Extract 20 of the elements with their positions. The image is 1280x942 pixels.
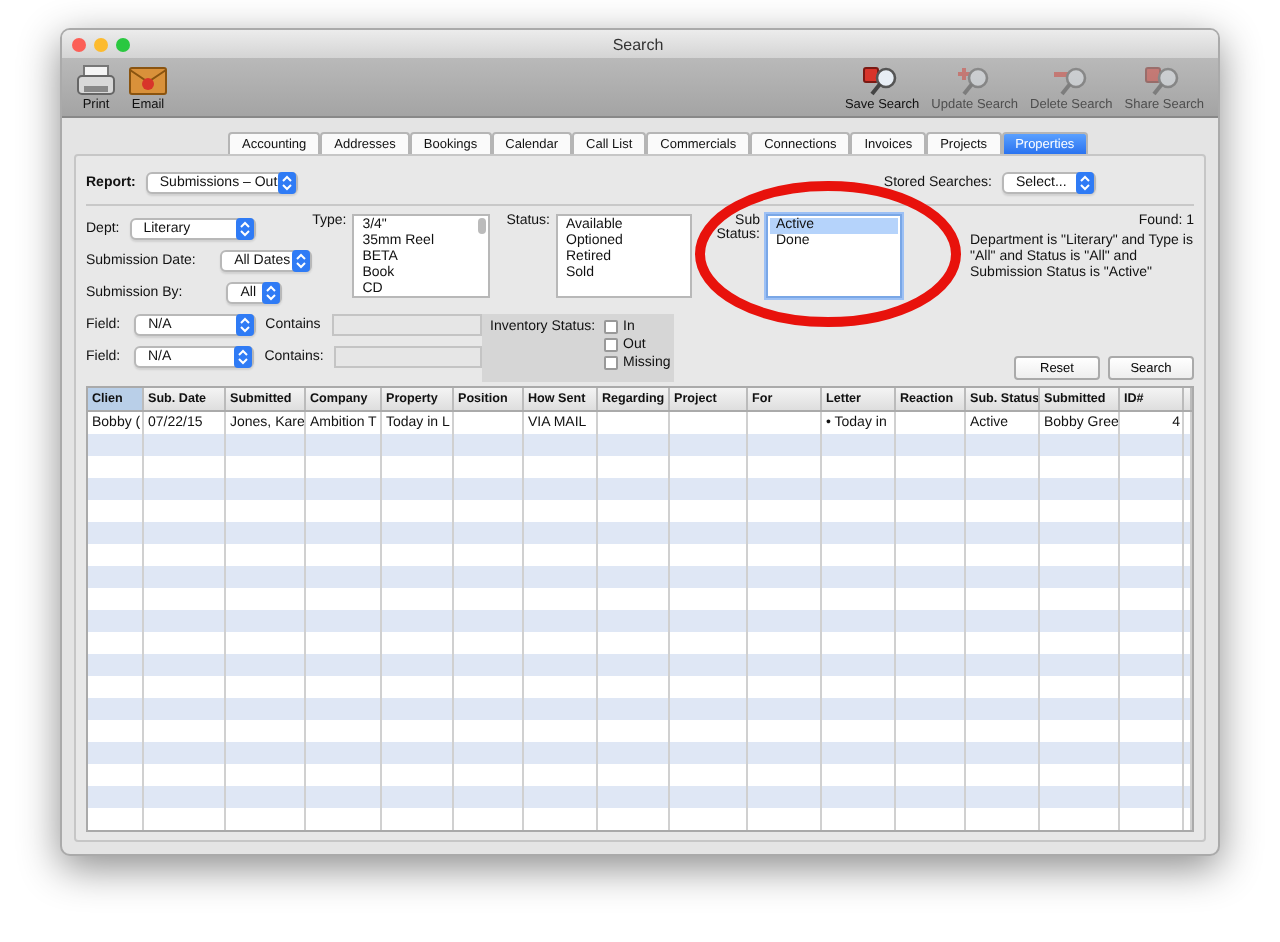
minimize-button[interactable] [94, 37, 108, 51]
magnifier-icon [1051, 64, 1092, 98]
stepper-icon [292, 250, 311, 272]
printer-icon [76, 64, 116, 98]
checkbox[interactable] [603, 338, 618, 352]
contains-field[interactable] [333, 346, 482, 368]
close-button[interactable] [72, 37, 86, 51]
stepper-icon [262, 282, 281, 304]
envelope-icon [128, 64, 168, 98]
stepper-icon [1076, 171, 1094, 193]
checkbox[interactable] [603, 320, 618, 334]
stepper-icon [277, 171, 296, 193]
stepper-icon [235, 218, 254, 240]
zoom-button[interactable] [116, 37, 130, 51]
scroll-thumb[interactable] [478, 218, 487, 234]
contains-field[interactable] [332, 314, 482, 336]
window-title: Search [610, 35, 666, 53]
stepper-icon [235, 314, 254, 336]
stepper-icon [234, 346, 253, 368]
checkbox[interactable] [603, 356, 618, 370]
